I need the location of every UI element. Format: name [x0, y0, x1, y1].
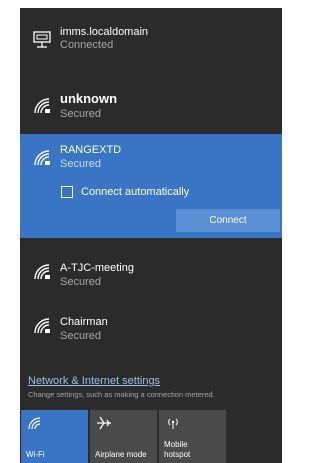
wifi-secured-icon	[34, 264, 50, 280]
network-status: Secured	[60, 330, 101, 342]
network-item-unknown[interactable]: unknown Secured	[20, 80, 282, 130]
network-name: A-TJC-meeting	[60, 262, 134, 274]
hotspot-icon	[168, 418, 178, 429]
network-status: Secured	[60, 276, 101, 288]
network-settings-description: Change settings, such as making a connec…	[28, 390, 215, 399]
wifi-toggle-label: Wi-Fi	[26, 450, 45, 459]
wifi-icon	[28, 417, 41, 430]
network-name: imms.localdomain	[60, 26, 149, 38]
network-name: RANGEXTD	[60, 144, 122, 156]
network-item-a-tjc-meeting[interactable]: A-TJC-meeting Secured	[20, 248, 282, 296]
network-status: Secured	[60, 108, 101, 120]
airplane-icon	[97, 416, 111, 430]
wifi-toggle-button[interactable]: Wi-Fi	[21, 410, 88, 463]
network-name: unknown	[60, 91, 118, 106]
connect-button[interactable]: Connect	[176, 209, 280, 232]
airplane-mode-button[interactable]: Airplane mode	[90, 410, 157, 463]
wifi-secured-icon	[34, 98, 50, 114]
network-flyout: imms.localdomain Connected unknown Secur…	[20, 8, 282, 463]
network-name: Chairman	[60, 316, 108, 328]
airplane-mode-label: Airplane mode	[95, 450, 147, 459]
connect-automatically-label[interactable]: Connect automatically	[81, 185, 189, 199]
network-status: Connected	[60, 39, 114, 51]
wifi-secured-icon	[34, 150, 50, 166]
network-status: Secured	[60, 158, 101, 170]
ethernet-icon	[33, 31, 51, 48]
network-item-chairman[interactable]: Chairman Secured	[20, 304, 282, 352]
network-settings-link[interactable]: Network & Internet settings	[28, 375, 160, 387]
mobile-hotspot-button[interactable]: Mobile hotspot	[159, 410, 226, 463]
connect-automatically-checkbox[interactable]	[61, 186, 73, 198]
wifi-secured-icon	[34, 318, 50, 334]
mobile-hotspot-label: Mobile hotspot	[164, 440, 191, 459]
network-item-rangextd[interactable]: RANGEXTD Secured Connect automatically C…	[20, 134, 282, 238]
network-item-imms-localdomain[interactable]: imms.localdomain Connected	[20, 8, 282, 66]
